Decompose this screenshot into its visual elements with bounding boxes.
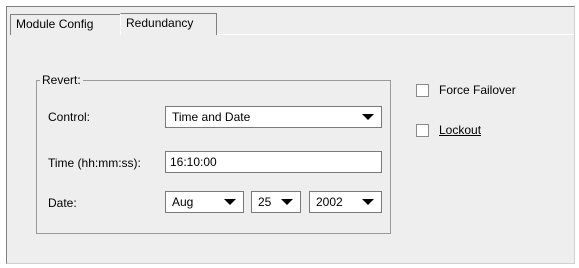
chevron-down-icon (362, 199, 374, 205)
month-value: Aug (172, 195, 194, 209)
chevron-down-icon (224, 199, 236, 205)
force-failover-checkbox[interactable] (416, 84, 429, 97)
year-dropdown[interactable]: 2002 (309, 191, 382, 213)
tab-redundancy[interactable]: Redundancy (120, 13, 217, 35)
day-value: 25 (258, 195, 272, 209)
chevron-down-icon (362, 114, 374, 120)
control-value: Time and Date (172, 110, 251, 124)
date-label: Date: (48, 196, 77, 210)
chevron-down-icon (281, 199, 293, 205)
lockout-checkbox[interactable] (416, 124, 429, 137)
tab-divider (217, 34, 574, 35)
revert-legend: Revert: (40, 73, 83, 87)
day-dropdown[interactable]: 25 (251, 191, 301, 213)
tab-module-config[interactable]: Module Config (10, 14, 121, 35)
time-input[interactable]: 16:10:00 (165, 151, 382, 173)
lockout-label[interactable]: Lockout (439, 123, 481, 137)
year-value: 2002 (316, 195, 343, 209)
time-label: Time (hh:mm:ss): (48, 156, 141, 170)
force-failover-label[interactable]: Force Failover (439, 83, 516, 97)
control-label: Control: (48, 110, 91, 124)
control-dropdown[interactable]: Time and Date (165, 106, 382, 128)
month-dropdown[interactable]: Aug (165, 191, 244, 213)
